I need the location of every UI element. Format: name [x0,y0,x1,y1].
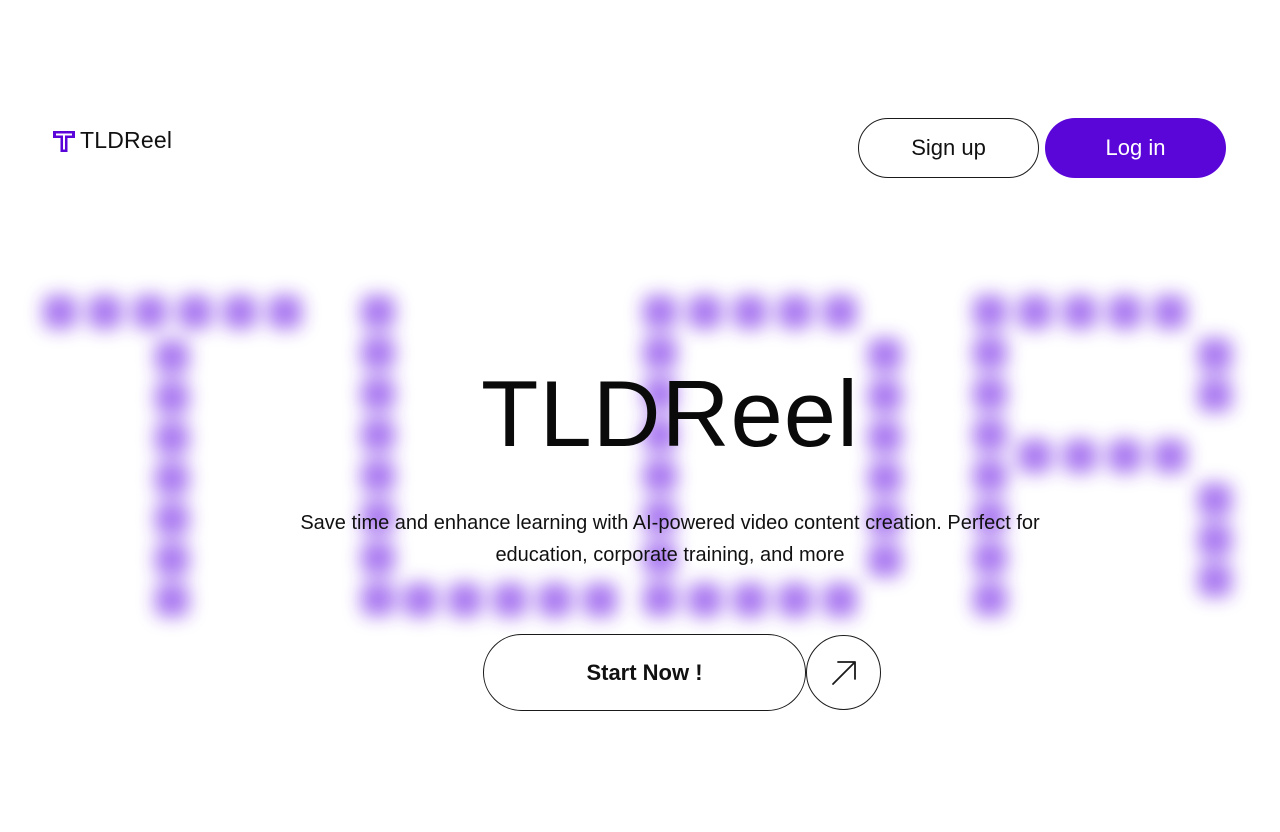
background-dot [1198,483,1232,517]
background-dot [178,295,212,329]
landing-page: TLDReel Sign up Log in TLDReel Save time… [0,0,1280,832]
background-dot [733,583,767,617]
background-dot [973,295,1007,329]
hero-subtitle-line-2: education, corporate training, and more [495,544,845,566]
background-dot [1063,295,1097,329]
background-dot [223,295,257,329]
background-dot [688,295,722,329]
background-dot [643,295,677,329]
background-dot [403,583,437,617]
arrow-up-right-icon [831,660,856,685]
background-dot [583,583,617,617]
background-dot [1018,295,1052,329]
background-dot [155,461,189,496]
background-dot [155,502,189,536]
sign-up-button[interactable]: Sign up [858,118,1039,178]
start-now-button[interactable]: Start Now ! [483,634,806,711]
background-dot [778,583,812,617]
hero-subtitle-line-1: Save time and enhance learning with AI-p… [300,512,1040,534]
background-dot [448,583,482,617]
background-dot [1153,295,1187,329]
background-dot [361,582,395,616]
background-dot [1198,563,1232,597]
hero-subtitle: Save time and enhance learning with AI-p… [215,507,1125,571]
background-dot [868,461,902,495]
background-dot [361,295,395,329]
background-dot [493,583,527,617]
log-in-button[interactable]: Log in [1045,118,1226,178]
background-dot [538,583,572,617]
background-dot [1108,295,1142,329]
background-dot [43,295,77,329]
start-now-arrow-button[interactable] [806,635,881,710]
tldreel-logo-icon [53,130,75,152]
brand-name: TLDReel [80,127,173,153]
background-dot [1198,523,1232,557]
background-dot [155,542,189,577]
background-dot [778,295,812,329]
background-dot [823,583,857,617]
hero-title: TLDReel [481,361,859,466]
background-dot [973,582,1007,616]
background-dot [133,295,167,329]
background-dot [733,295,767,329]
background-dot [643,582,677,616]
background-dot [688,583,722,617]
background-dot [155,583,189,617]
background-dot [823,295,857,329]
background-dot [268,295,302,329]
background-dot [88,295,122,329]
brand-logo[interactable]: TLDReel [52,127,172,154]
